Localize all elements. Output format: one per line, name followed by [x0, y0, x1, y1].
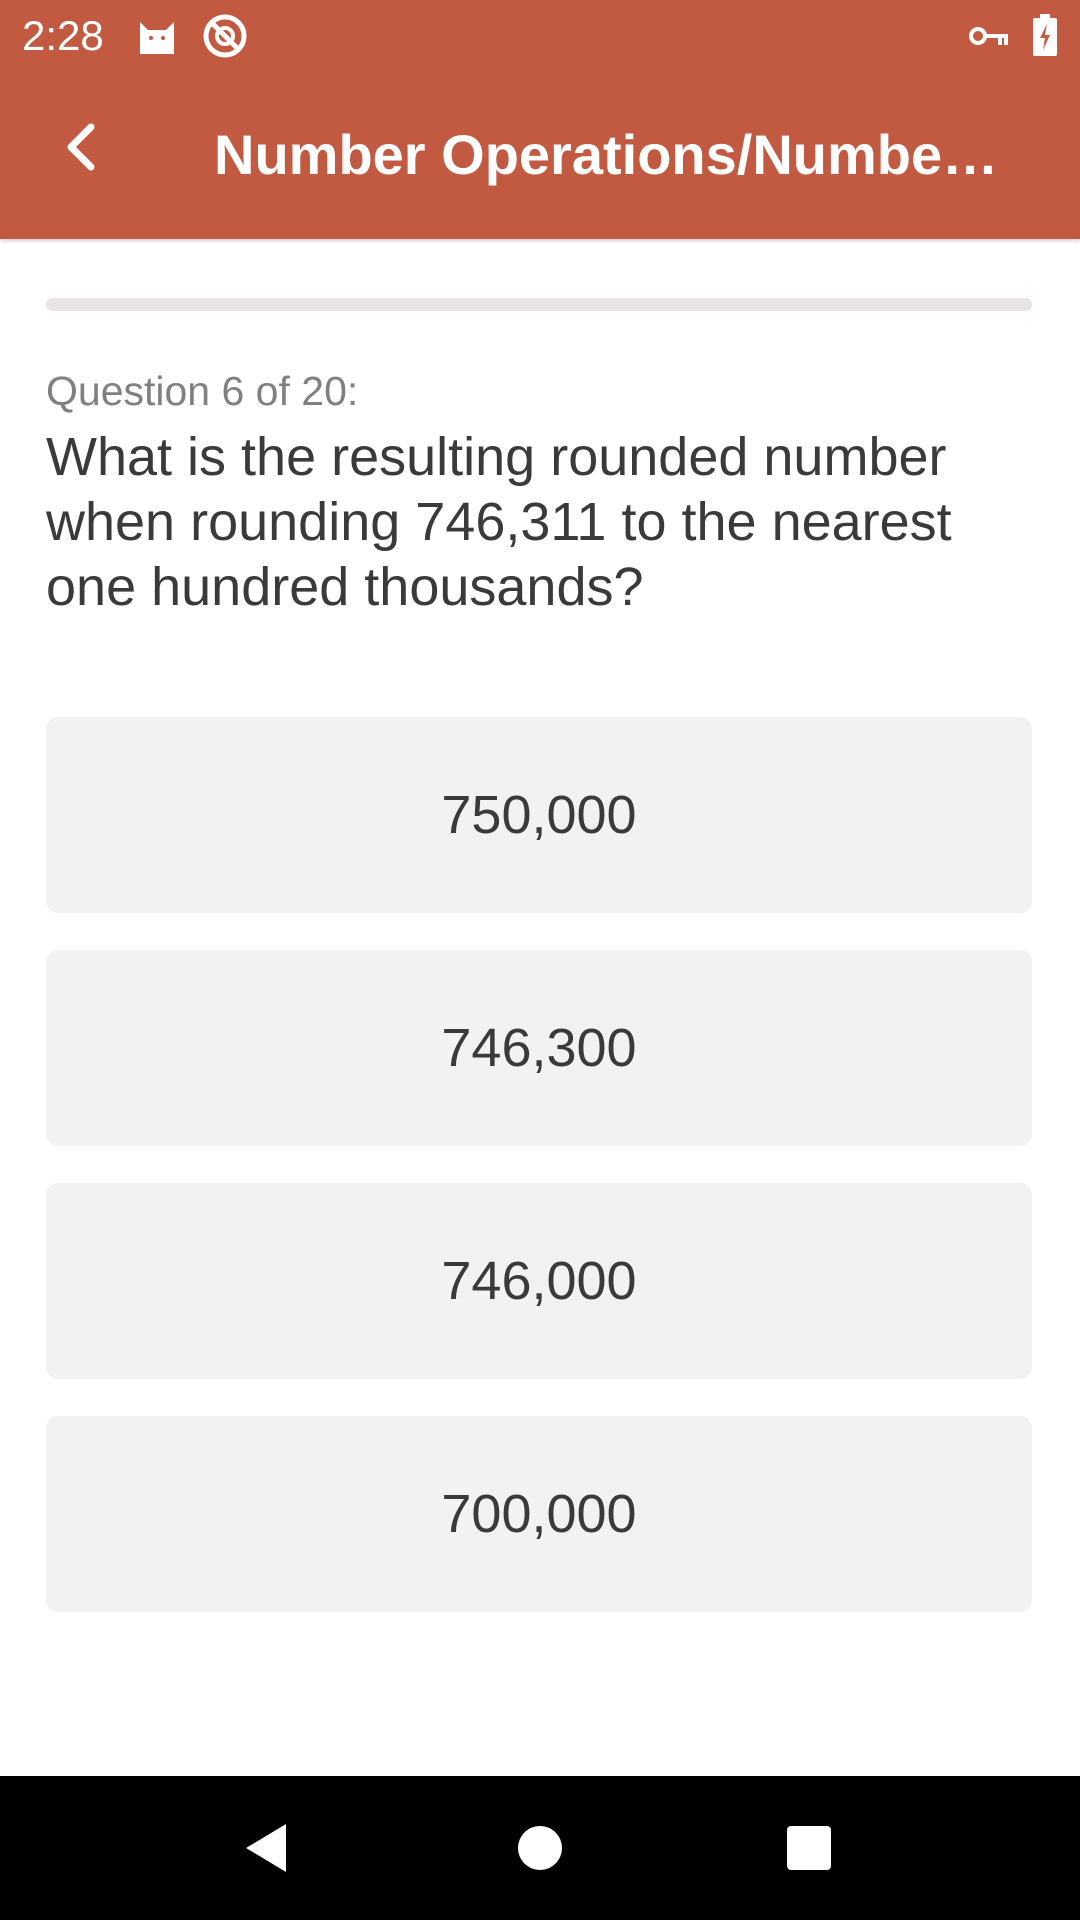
nav-back-button[interactable]: [216, 1798, 316, 1898]
quiz-progress-bar: [46, 298, 1032, 311]
back-button[interactable]: [46, 112, 116, 182]
cat-icon: [140, 22, 174, 54]
answer-option-3[interactable]: 746,000: [46, 1183, 1032, 1379]
answer-option-4[interactable]: 700,000: [46, 1416, 1032, 1612]
status-time: 2:28: [22, 12, 104, 59]
chevron-left-icon: [67, 123, 95, 171]
recents-square-icon: [787, 1826, 831, 1870]
top-bar: 2:28 Number Operations/Numbe…: [0, 0, 1080, 239]
page-title: Number Operations/Numbe…: [214, 123, 999, 186]
status-bar: 2:28: [0, 0, 1080, 72]
question-counter: Question 6 of 20:: [46, 368, 359, 414]
vpn-key-icon: [969, 27, 1008, 45]
answer-option-2[interactable]: 746,300: [46, 950, 1032, 1146]
answer-option-1[interactable]: 750,000: [46, 717, 1032, 913]
app-bar: Number Operations/Numbe…: [0, 72, 1080, 239]
home-circle-icon: [518, 1826, 562, 1870]
nav-home-button[interactable]: [490, 1798, 590, 1898]
battery-charging-icon: [1033, 14, 1057, 56]
no-sync-icon: [203, 14, 247, 58]
back-triangle-icon: [246, 1824, 286, 1872]
navigation-bar: [0, 1776, 1080, 1920]
nav-recents-button[interactable]: [759, 1798, 859, 1898]
question-text: What is the resulting rounded number whe…: [46, 427, 952, 617]
